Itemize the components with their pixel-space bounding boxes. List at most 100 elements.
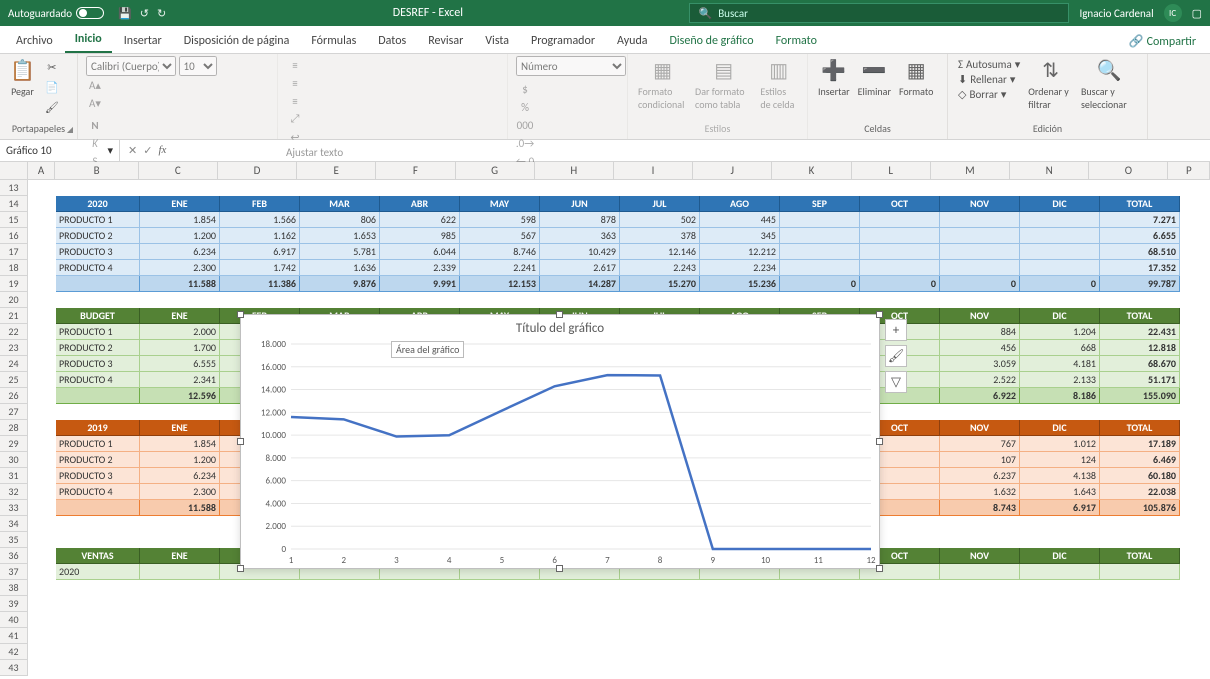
cell[interactable]: 11.386 xyxy=(220,276,300,292)
resize-handle-e[interactable] xyxy=(876,438,883,445)
cell[interactable]: 4.181 xyxy=(1020,356,1100,372)
row-header-29[interactable]: 29 xyxy=(0,436,27,452)
row-header-43[interactable]: 43 xyxy=(0,660,27,676)
user-name[interactable]: Ignacio Cardenal xyxy=(1079,7,1153,20)
row-header-25[interactable]: 25 xyxy=(0,372,27,388)
cell[interactable]: 1.632 xyxy=(940,484,1020,500)
cell[interactable]: ENE xyxy=(140,548,220,564)
cell[interactable]: 884 xyxy=(940,324,1020,340)
cell[interactable]: PRODUCTO 4 xyxy=(56,484,140,500)
cell[interactable]: PRODUCTO 4 xyxy=(56,372,140,388)
cell[interactable]: 2.133 xyxy=(1020,372,1100,388)
percent-icon[interactable]: % xyxy=(516,98,534,116)
resize-handle-s[interactable] xyxy=(556,565,563,572)
cell[interactable]: NOV xyxy=(940,420,1020,436)
cell[interactable] xyxy=(1020,564,1100,580)
cell[interactable]: TOTAL xyxy=(1100,196,1180,212)
tab-archivo[interactable]: Archivo xyxy=(6,29,63,53)
cell[interactable]: PRODUCTO 1 xyxy=(56,324,140,340)
cell[interactable]: 6.234 xyxy=(140,244,220,260)
cell[interactable] xyxy=(1020,228,1100,244)
cell[interactable]: 22.431 xyxy=(1100,324,1180,340)
col-header-K[interactable]: K xyxy=(772,162,851,179)
row-header-21[interactable]: 21 xyxy=(0,308,27,324)
cell[interactable]: 8.743 xyxy=(940,500,1020,516)
cell[interactable]: 767 xyxy=(940,436,1020,452)
cell[interactable]: 1.204 xyxy=(1020,324,1100,340)
col-header-C[interactable]: C xyxy=(139,162,218,179)
cell[interactable]: TOTAL xyxy=(1100,548,1180,564)
cell[interactable]: 2020 xyxy=(56,196,140,212)
cell[interactable] xyxy=(1020,260,1100,276)
cell[interactable]: 6.922 xyxy=(940,388,1020,404)
font-name-select[interactable]: Calibri (Cuerpo) xyxy=(86,56,176,76)
fill-button[interactable]: ⬇ Rellenar ▾ xyxy=(958,73,1020,86)
row-header-41[interactable]: 41 xyxy=(0,628,27,644)
cell[interactable]: 6.234 xyxy=(140,468,220,484)
cell[interactable]: 17.189 xyxy=(1100,436,1180,452)
cell[interactable]: 2.000 xyxy=(140,324,220,340)
window-controls-icon[interactable]: ▢ xyxy=(1192,7,1202,20)
cell[interactable]: TOTAL xyxy=(1100,420,1180,436)
select-all-corner[interactable] xyxy=(0,162,28,179)
tab-ayuda[interactable]: Ayuda xyxy=(607,29,658,53)
italic-button[interactable]: K xyxy=(86,134,104,152)
cell[interactable]: 985 xyxy=(380,228,460,244)
cell[interactable]: 11.588 xyxy=(140,276,220,292)
copy-icon[interactable]: 📄 xyxy=(43,78,61,96)
find-select-button[interactable]: 🔍Buscar y seleccionar xyxy=(1079,56,1139,113)
cell[interactable]: MAR xyxy=(300,196,380,212)
col-header-E[interactable]: E xyxy=(297,162,376,179)
row-header-35[interactable]: 35 xyxy=(0,532,27,548)
cell[interactable]: 1.854 xyxy=(140,436,220,452)
resize-handle-w[interactable] xyxy=(237,438,244,445)
cell[interactable]: 1.742 xyxy=(220,260,300,276)
cell[interactable]: 8.186 xyxy=(1020,388,1100,404)
cell[interactable]: 2.234 xyxy=(700,260,780,276)
cell[interactable]: 567 xyxy=(460,228,540,244)
cell[interactable]: PRODUCTO 4 xyxy=(56,260,140,276)
cell[interactable] xyxy=(1020,212,1100,228)
cell[interactable]: MAY xyxy=(460,196,540,212)
tab-diseño-de-gráfico[interactable]: Diseño de gráfico xyxy=(660,29,764,53)
cell[interactable]: 10.429 xyxy=(540,244,620,260)
col-header-H[interactable]: H xyxy=(535,162,614,179)
col-header-B[interactable]: B xyxy=(55,162,138,179)
cell[interactable]: 2019 xyxy=(56,420,140,436)
row-header-33[interactable]: 33 xyxy=(0,500,27,516)
worksheet[interactable]: ABCDEFGHIJKLMNOP 13141516171819202122232… xyxy=(0,162,1210,676)
tab-insertar[interactable]: Insertar xyxy=(114,29,172,53)
cell[interactable]: 6.555 xyxy=(140,356,220,372)
tab-fórmulas[interactable]: Fórmulas xyxy=(301,29,366,53)
cell[interactable]: PRODUCTO 2 xyxy=(56,340,140,356)
row-header-34[interactable]: 34 xyxy=(0,516,27,532)
cell[interactable]: 4.138 xyxy=(1020,468,1100,484)
cell[interactable]: 17.352 xyxy=(1100,260,1180,276)
format-as-table-button[interactable]: ▤Dar formato como tabla xyxy=(693,56,754,113)
cell[interactable] xyxy=(780,260,860,276)
number-format-select[interactable]: Número xyxy=(516,56,626,76)
col-header-D[interactable]: D xyxy=(218,162,297,179)
row-header-30[interactable]: 30 xyxy=(0,452,27,468)
autosave-toggle[interactable]: Autoguardado xyxy=(8,7,104,20)
currency-icon[interactable]: $ xyxy=(516,80,534,98)
row-header-27[interactable]: 27 xyxy=(0,404,27,420)
row-header-28[interactable]: 28 xyxy=(0,420,27,436)
cell[interactable]: 2020 xyxy=(56,564,140,580)
col-header-N[interactable]: N xyxy=(1010,162,1089,179)
cell[interactable]: 1.700 xyxy=(140,340,220,356)
cell[interactable]: TOTAL xyxy=(1100,308,1180,324)
col-header-P[interactable]: P xyxy=(1168,162,1210,179)
resize-handle-sw[interactable] xyxy=(237,565,244,572)
cell[interactable]: JUL xyxy=(620,196,700,212)
cell[interactable]: 806 xyxy=(300,212,380,228)
comma-icon[interactable]: 000 xyxy=(516,116,534,134)
cell[interactable]: 502 xyxy=(620,212,700,228)
cell[interactable]: 1.643 xyxy=(1020,484,1100,500)
format-cells-button[interactable]: ▦Formato xyxy=(897,56,935,100)
cell[interactable] xyxy=(860,244,940,260)
cell[interactable]: 2.617 xyxy=(540,260,620,276)
cell[interactable]: DIC xyxy=(1020,548,1100,564)
chart-elements-button[interactable]: + xyxy=(885,319,907,341)
cell[interactable] xyxy=(780,228,860,244)
